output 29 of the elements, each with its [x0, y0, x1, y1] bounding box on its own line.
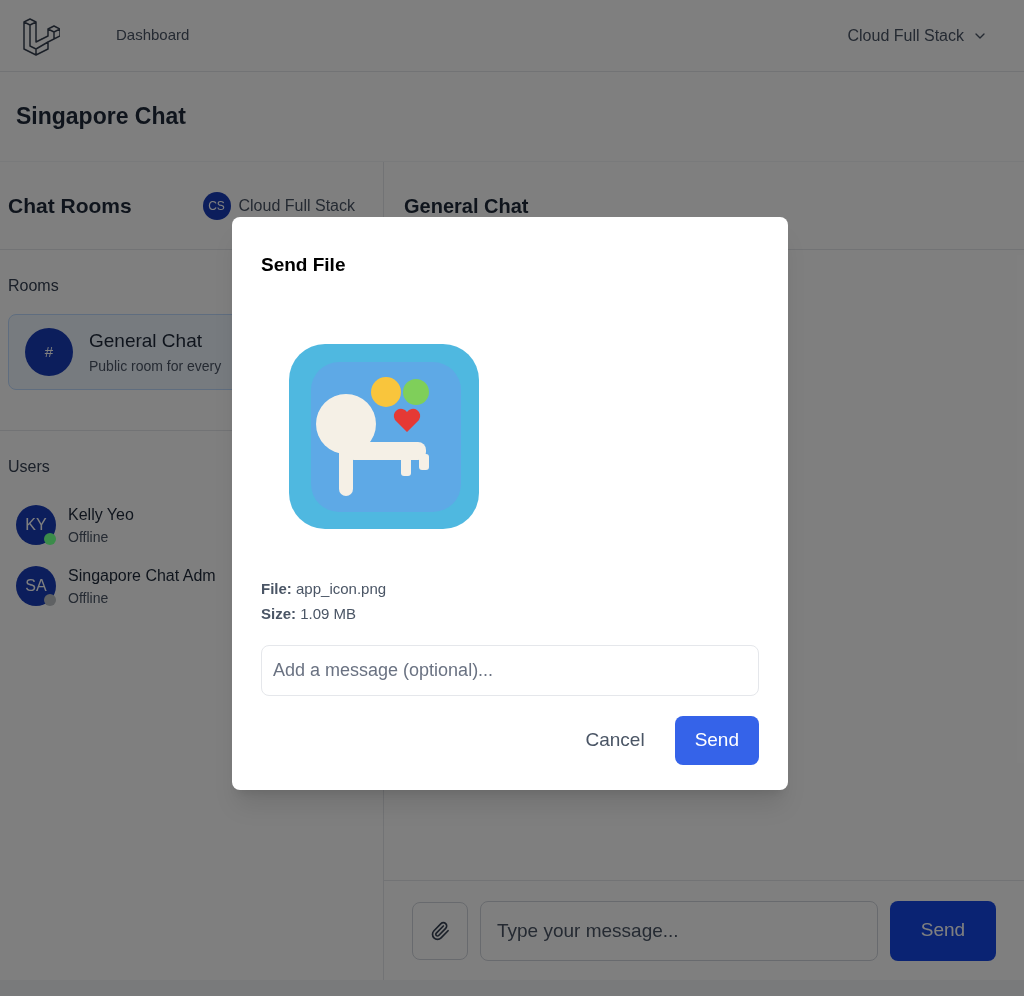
user-menu[interactable]: Cloud Full Stack [847, 23, 988, 48]
paperclip-icon [430, 920, 450, 941]
dialog-title: Send File [261, 253, 347, 277]
sidebar-title: Chat Rooms [8, 192, 132, 219]
logo-icon [20, 15, 60, 56]
avatar: SA [16, 566, 56, 606]
send-button[interactable]: Send [890, 900, 996, 961]
file-detail: File: app_icon.png [261, 578, 388, 599]
page-title: Singapore Chat [16, 102, 186, 132]
user-status: Offline [68, 588, 110, 608]
user-name: Kelly Yeo [68, 504, 134, 525]
room-icon: # [25, 327, 73, 376]
section-heading: Users [8, 456, 51, 477]
avatar: KY [16, 505, 56, 545]
cancel-button[interactable]: Cancel [569, 715, 661, 765]
avatar: CS [202, 191, 231, 220]
send-button[interactable]: Send [674, 715, 759, 765]
room-description: Public room for every [89, 356, 222, 376]
user-status: Offline [68, 527, 110, 547]
attach-button[interactable] [412, 901, 468, 960]
file-detail: Size: 1.09 MB [261, 603, 358, 624]
nav-link[interactable]: Dashboard [116, 24, 190, 47]
room-name: General Chat [89, 329, 203, 353]
section-heading: Rooms [8, 276, 60, 296]
user-name: Cloud Full Stack [238, 195, 355, 216]
message-field[interactable]: Type your message... [480, 900, 878, 961]
message-field[interactable]: Add a message (optional)... [261, 644, 759, 696]
chat-title: General Chat [404, 193, 529, 219]
user-name: Singapore Chat Adm [68, 565, 216, 586]
